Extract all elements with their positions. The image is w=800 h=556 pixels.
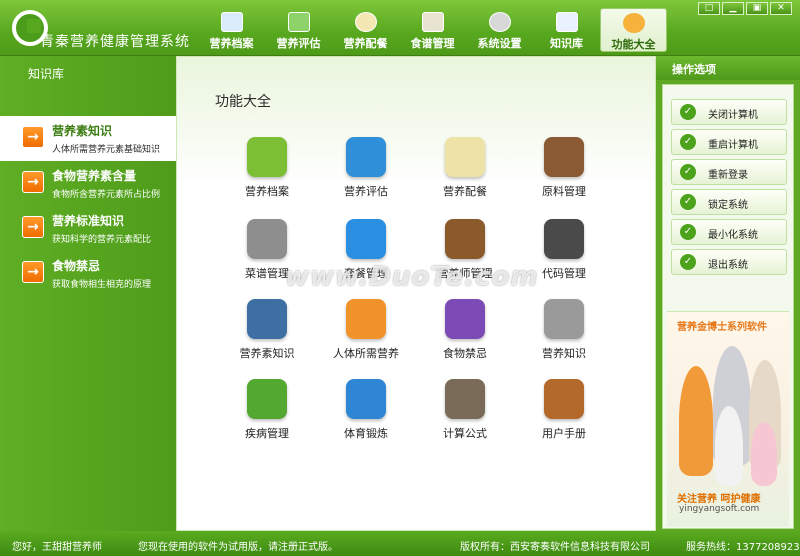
exit-system-button[interactable]: ✓ 退出系统 bbox=[671, 249, 787, 275]
gear-icon bbox=[488, 12, 511, 32]
sidebar-item-nutrient-knowledge[interactable]: → 营养素知识 人体所需营养元素基础知识 bbox=[0, 116, 176, 161]
plus-icon bbox=[247, 379, 287, 419]
check-icon: ✓ bbox=[680, 254, 696, 270]
tile-disease-management[interactable]: 疾病管理 bbox=[217, 379, 317, 455]
gear-icon bbox=[247, 219, 287, 259]
close-button[interactable]: ✕ bbox=[770, 2, 792, 15]
shutdown-button[interactable]: ✓ 关闭计算机 bbox=[671, 99, 787, 125]
owl-icon bbox=[346, 137, 386, 177]
arrow-right-icon: → bbox=[22, 126, 44, 148]
cydia-icon bbox=[544, 379, 584, 419]
flower-icon bbox=[622, 13, 645, 33]
check-icon: ✓ bbox=[680, 224, 696, 240]
tile-ingredient-management[interactable]: 原料管理 bbox=[514, 137, 614, 213]
check-icon: ✓ bbox=[680, 194, 696, 210]
pie-icon bbox=[354, 12, 377, 32]
sidebar-item-nutrition-standards[interactable]: → 营养标准知识 获知科学的营养元素配比 bbox=[0, 206, 176, 251]
main-panel: 功能大全 营养档案 营养评估 营养配餐 原料管理 菜谱管理 套餐管理 营养师管理 bbox=[176, 56, 656, 531]
status-user: 您好，王甜甜营养师 bbox=[12, 542, 102, 553]
lock-system-button[interactable]: ✓ 锁定系统 bbox=[671, 189, 787, 215]
check-icon: ✓ bbox=[680, 134, 696, 150]
tile-food-taboos[interactable]: 食物禁忌 bbox=[415, 299, 515, 375]
nav-item-nutrition-records[interactable]: 营养档案 bbox=[198, 8, 265, 52]
calculator-icon bbox=[445, 379, 485, 419]
nav-item-knowledge-base[interactable]: 知识库 bbox=[533, 8, 600, 52]
status-trial-notice: 您现在使用的软件为试用版，请注册正式版。 bbox=[138, 542, 338, 553]
safe-icon bbox=[544, 299, 584, 339]
file-icon bbox=[220, 12, 243, 32]
tile-nutrition-records[interactable]: 营养档案 bbox=[217, 137, 317, 213]
twitter-bird-icon bbox=[247, 299, 287, 339]
left-sidebar: 知识库 → 营养素知识 人体所需营养元素基础知识 → 食物营养素含量 食物所含营… bbox=[0, 56, 176, 531]
main-nav: 营养档案 营养评估 营养配餐 食谱管理 系统设置 知识库 功能大全 bbox=[198, 8, 667, 54]
promo-banner[interactable]: 营养金博士系列软件 关注营养 呵护健康 yingyangsoft.com bbox=[667, 311, 789, 527]
sidebar-list: → 营养素知识 人体所需营养元素基础知识 → 食物营养素含量 食物所含营养元素所… bbox=[0, 116, 176, 296]
minimize-system-button[interactable]: ✓ 最小化系统 bbox=[671, 219, 787, 245]
page-title: 功能大全 bbox=[215, 94, 271, 110]
status-bar: 您好，王甜甜营养师 您现在使用的软件为试用版，请注册正式版。 版权所有：西安寄奏… bbox=[0, 531, 800, 556]
nav-item-system-settings[interactable]: 系统设置 bbox=[466, 8, 533, 52]
title-bar: 青秦营养健康管理系统 营养档案 营养评估 营养配餐 食谱管理 系统设置 知识库 bbox=[0, 0, 800, 56]
window-controls: □ ▁ ▣ ✕ bbox=[698, 2, 792, 15]
check-icon: ✓ bbox=[680, 104, 696, 120]
restore-button[interactable]: □ bbox=[698, 2, 720, 15]
tile-meal-planning[interactable]: 营养配餐 bbox=[415, 137, 515, 213]
arrow-right-icon: → bbox=[22, 261, 44, 283]
tile-human-nutrition-needs[interactable]: 人体所需营养 bbox=[316, 299, 416, 375]
nav-item-meal-planning[interactable]: 营养配餐 bbox=[332, 8, 399, 52]
minimize-button[interactable]: ▁ bbox=[722, 2, 744, 15]
notepad-icon bbox=[445, 137, 485, 177]
chat-bubbles-icon bbox=[247, 137, 287, 177]
chart-icon bbox=[287, 12, 310, 32]
relogin-button[interactable]: ✓ 重新登录 bbox=[671, 159, 787, 185]
address-book-icon bbox=[445, 219, 485, 259]
tile-physical-exercise[interactable]: 体育锻炼 bbox=[316, 379, 416, 455]
app-title: 青秦营养健康管理系统 bbox=[40, 34, 190, 50]
promo-slogan: 关注营养 呵护健康 bbox=[677, 494, 761, 505]
sidebar-header: 知识库 bbox=[28, 67, 65, 81]
right-panel-header: 操作选项 bbox=[656, 56, 800, 80]
nav-item-all-functions[interactable]: 功能大全 bbox=[600, 8, 667, 52]
corkboard-icon bbox=[544, 137, 584, 177]
tile-user-manual[interactable]: 用户手册 bbox=[514, 379, 614, 455]
book-icon bbox=[555, 12, 578, 32]
check-icon: ✓ bbox=[680, 164, 696, 180]
restart-button[interactable]: ✓ 重启计算机 bbox=[671, 129, 787, 155]
display-icon bbox=[544, 219, 584, 259]
nav-item-recipe-management[interactable]: 食谱管理 bbox=[399, 8, 466, 52]
app-store-icon bbox=[346, 219, 386, 259]
status-hotline: 服务热线：13772089237 bbox=[686, 542, 800, 553]
tile-nutrition-knowledge[interactable]: 营养知识 bbox=[514, 299, 614, 375]
compass-icon bbox=[346, 379, 386, 419]
download-icon bbox=[445, 299, 485, 339]
maximize-button[interactable]: ▣ bbox=[746, 2, 768, 15]
tile-nutrient-knowledge[interactable]: 营养素知识 bbox=[217, 299, 317, 375]
clipboard-icon bbox=[421, 12, 444, 32]
promo-url: yingyangsoft.com bbox=[679, 504, 760, 514]
watermark: www.DuoTe.com bbox=[285, 262, 539, 292]
nav-item-nutrition-assessment[interactable]: 营养评估 bbox=[265, 8, 332, 52]
sidebar-item-food-nutrient-content[interactable]: → 食物营养素含量 食物所含营养元素所占比例 bbox=[0, 161, 176, 206]
family-photo bbox=[675, 336, 785, 486]
music-player-icon bbox=[346, 299, 386, 339]
promo-title: 营养金博士系列软件 bbox=[677, 322, 767, 333]
status-copyright: 版权所有：西安寄奏软件信息科技有限公司 bbox=[460, 542, 650, 553]
tile-nutrition-assessment[interactable]: 营养评估 bbox=[316, 137, 416, 213]
arrow-right-icon: → bbox=[22, 171, 44, 193]
sidebar-item-food-taboos[interactable]: → 食物禁忌 获取食物相生相克的原理 bbox=[0, 251, 176, 296]
right-panel: 操作选项 ✓ 关闭计算机 ✓ 重启计算机 ✓ 重新登录 ✓ 锁定系统 ✓ 最小化… bbox=[656, 56, 800, 531]
arrow-right-icon: → bbox=[22, 216, 44, 238]
tile-calculation-formulas[interactable]: 计算公式 bbox=[415, 379, 515, 455]
